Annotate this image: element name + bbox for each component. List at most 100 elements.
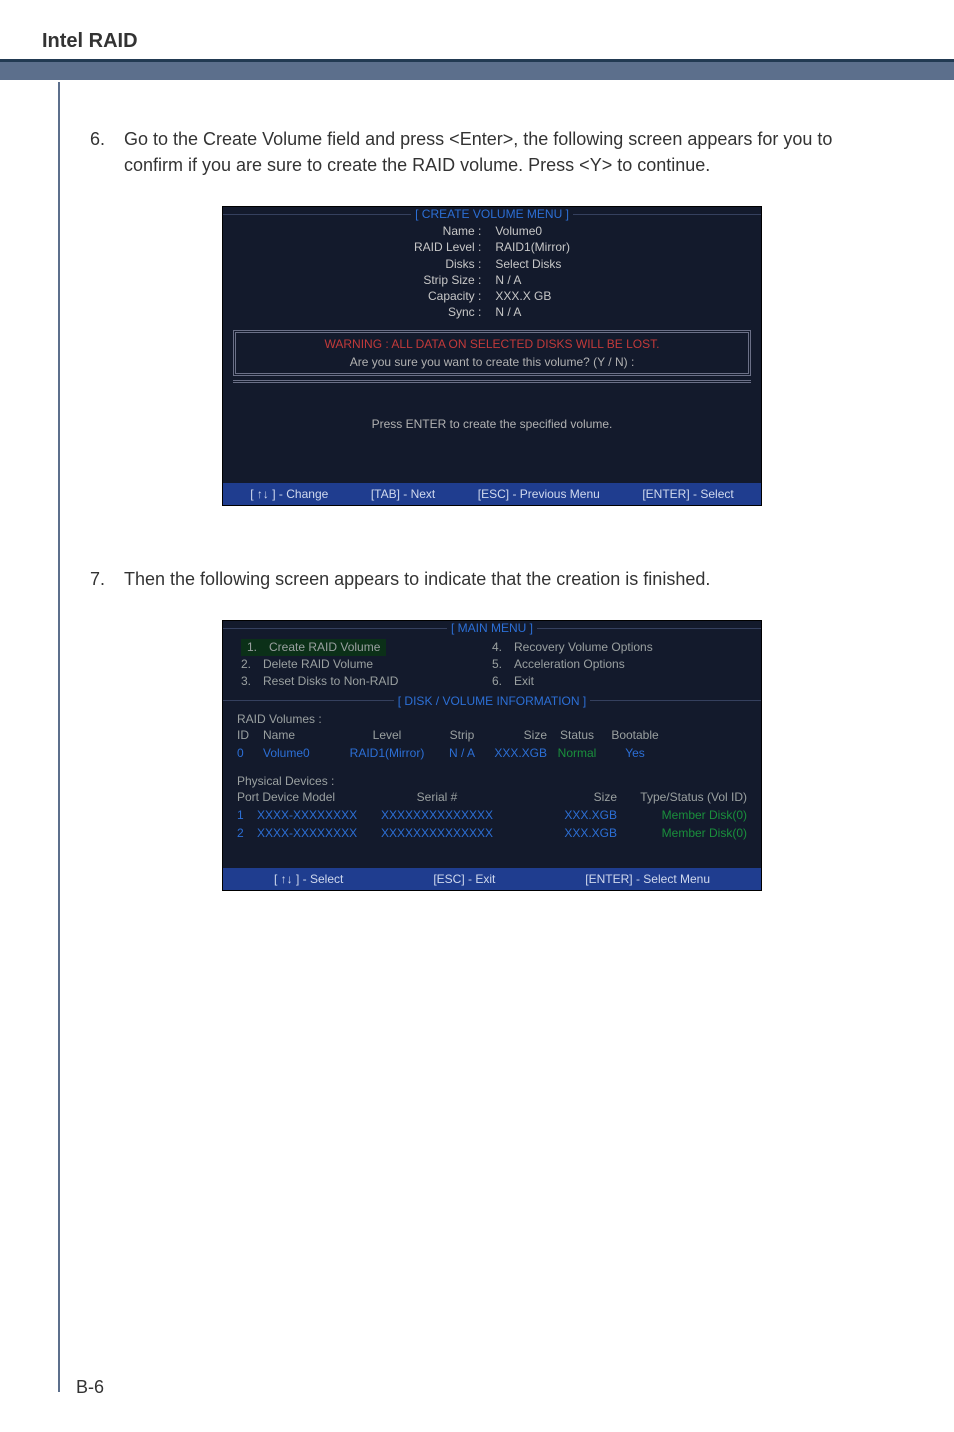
bios1-footer-tab: [TAB] - Next (371, 487, 435, 501)
vol0-status: Normal (547, 744, 607, 762)
bios1-footer-esc: [ESC] - Previous Menu (478, 487, 600, 501)
menu-item-5-num: 5. (492, 656, 514, 673)
bios2-footer: [ ↑↓ ] - Select [ESC] - Exit [ENTER] - S… (223, 868, 761, 890)
p1-n: 1 (237, 808, 244, 822)
p2-size: XXX.XGB (547, 824, 617, 842)
p2-model: XXXX-XXXXXXXX (257, 826, 357, 840)
bios1-footer-change: [ ↑↓ ] - Change (250, 487, 328, 501)
header-title: Intel RAID (42, 30, 954, 53)
menu-item-3-num: 3. (241, 673, 263, 690)
menu-item-5-label: Acceleration Options (514, 656, 625, 673)
p2-n: 2 (237, 826, 244, 840)
menu-item-4: 4. Recovery Volume Options (492, 639, 743, 656)
raid-volumes-label: RAID Volumes : (237, 712, 747, 726)
menu-item-1-label: Create RAID Volume (269, 639, 380, 656)
value-name: Volume0 (495, 223, 570, 239)
step-6: 6. Go to the Create Volume field and pre… (90, 126, 894, 178)
menu-item-4-label: Recovery Volume Options (514, 639, 653, 656)
p1-type: Member Disk(0) (617, 806, 747, 824)
bios2-footer-esc: [ESC] - Exit (433, 872, 495, 886)
hdr-strip: Strip (439, 726, 485, 744)
physical-devices-section: Physical Devices : Port Device Model Ser… (223, 770, 761, 868)
bios2-footer-select: [ ↑↓ ] - Select (274, 872, 343, 886)
p1-model: XXXX-XXXXXXXX (257, 808, 357, 822)
step-6-text: Go to the Create Volume field and press … (124, 126, 894, 178)
vol0-strip: N / A (439, 744, 485, 762)
label-capacity: Capacity : (414, 288, 481, 304)
hdr-name: Name (263, 726, 335, 744)
menu-item-3: 3. Reset Disks to Non-RAID (241, 673, 492, 690)
bios1-footer-enter: [ENTER] - Select (642, 487, 733, 501)
menu-item-2: 2. Delete RAID Volume (241, 656, 492, 673)
bios2-title-row: [ MAIN MENU ] (223, 621, 761, 635)
hdr-id: ID (237, 726, 263, 744)
bios2-menu-left: 1. Create RAID Volume 2. Delete RAID Vol… (241, 639, 492, 689)
phdr-gap (507, 788, 547, 806)
bios1-warning: WARNING : ALL DATA ON SELECTED DISKS WIL… (244, 337, 740, 351)
content-area: 6. Go to the Create Volume field and pre… (90, 80, 894, 891)
header-band (0, 62, 954, 80)
page-header: Intel RAID (0, 0, 954, 62)
bios2-disk-title: [ DISK / VOLUME INFORMATION ] (394, 694, 590, 708)
value-raid-level: RAID1(Mirror) (495, 239, 570, 255)
menu-item-3-label: Reset Disks to Non-RAID (263, 673, 398, 690)
menu-item-1-num: 1. (247, 639, 269, 656)
hdr-level: Level (335, 726, 439, 744)
bios2-menu-right: 4. Recovery Volume Options 5. Accelerati… (492, 639, 743, 689)
menu-item-5: 5. Acceleration Options (492, 656, 743, 673)
bios1-confirm: Are you sure you want to create this vol… (244, 355, 740, 369)
step-7-text: Then the following screen appears to ind… (124, 566, 894, 592)
bios1-values: Volume0 RAID1(Mirror) Select Disks N / A… (495, 223, 570, 320)
bios1-press-enter: Press ENTER to create the specified volu… (223, 383, 761, 483)
vol0-name: Volume0 (263, 744, 335, 762)
menu-item-6-num: 6. (492, 673, 514, 690)
bios-create-volume: [ CREATE VOLUME MENU ] Name : RAID Level… (222, 206, 762, 506)
bios-main-menu: [ MAIN MENU ] 1. Create RAID Volume 2. D… (222, 620, 762, 890)
vol-headers: ID Name Level Strip Size Status Bootable (237, 726, 747, 744)
menu-item-2-num: 2. (241, 656, 263, 673)
label-disks: Disks : (414, 256, 481, 272)
vol-row-0: 0 Volume0 RAID1(Mirror) N / A XXX.XGB No… (237, 744, 747, 762)
label-strip: Strip Size : (414, 272, 481, 288)
phdr-port: Port Device Model (237, 788, 367, 806)
p1-gap (507, 806, 547, 824)
value-capacity: XXX.X GB (495, 288, 570, 304)
label-sync: Sync : (414, 304, 481, 320)
phdr-type: Type/Status (Vol ID) (617, 788, 747, 806)
value-sync: N / A (495, 304, 570, 320)
vol0-level: RAID1(Mirror) (335, 744, 439, 762)
value-strip: N / A (495, 272, 570, 288)
bios2-disk-title-row: [ DISK / VOLUME INFORMATION ] (223, 694, 761, 708)
page-number: B-6 (76, 1377, 104, 1398)
p1-serial: XXXXXXXXXXXXXX (367, 806, 507, 824)
hdr-size: Size (485, 726, 547, 744)
p2-type: Member Disk(0) (617, 824, 747, 842)
label-raid-level: RAID Level : (414, 239, 481, 255)
menu-item-1: 1. Create RAID Volume (241, 639, 492, 656)
menu-item-6: 6. Exit (492, 673, 743, 690)
bios1-labels: Name : RAID Level : Disks : Strip Size :… (414, 223, 495, 320)
phdr-serial: Serial # (367, 788, 507, 806)
phys-row-1: 1 XXXX-XXXXXXXX XXXXXXXXXXXXXX XXX.XGB M… (237, 806, 747, 824)
label-name: Name : (414, 223, 481, 239)
value-disks: Select Disks (495, 256, 570, 272)
bios1-warning-frame: WARNING : ALL DATA ON SELECTED DISKS WIL… (233, 330, 751, 376)
hdr-status: Status (547, 726, 607, 744)
bios1-fields: Name : RAID Level : Disks : Strip Size :… (223, 221, 761, 326)
step-6-num: 6. (90, 126, 124, 178)
menu-item-2-label: Delete RAID Volume (263, 656, 373, 673)
bios2-menu: 1. Create RAID Volume 2. Delete RAID Vol… (223, 635, 761, 693)
step-7: 7. Then the following screen appears to … (90, 566, 894, 592)
menu-item-4-num: 4. (492, 639, 514, 656)
p2-serial: XXXXXXXXXXXXXX (367, 824, 507, 842)
bios2-title: [ MAIN MENU ] (447, 621, 537, 635)
raid-volumes-section: RAID Volumes : ID Name Level Strip Size … (223, 708, 761, 770)
phys-label: Physical Devices : (237, 774, 747, 788)
bios1-title: [ CREATE VOLUME MENU ] (411, 207, 573, 221)
phys-row-2: 2 XXXX-XXXXXXXX XXXXXXXXXXXXXX XXX.XGB M… (237, 824, 747, 842)
phdr-size: Size (547, 788, 617, 806)
p1-size: XXX.XGB (547, 806, 617, 824)
bios2-footer-enter: [ENTER] - Select Menu (585, 872, 710, 886)
left-rule (58, 82, 60, 1392)
step-7-num: 7. (90, 566, 124, 592)
